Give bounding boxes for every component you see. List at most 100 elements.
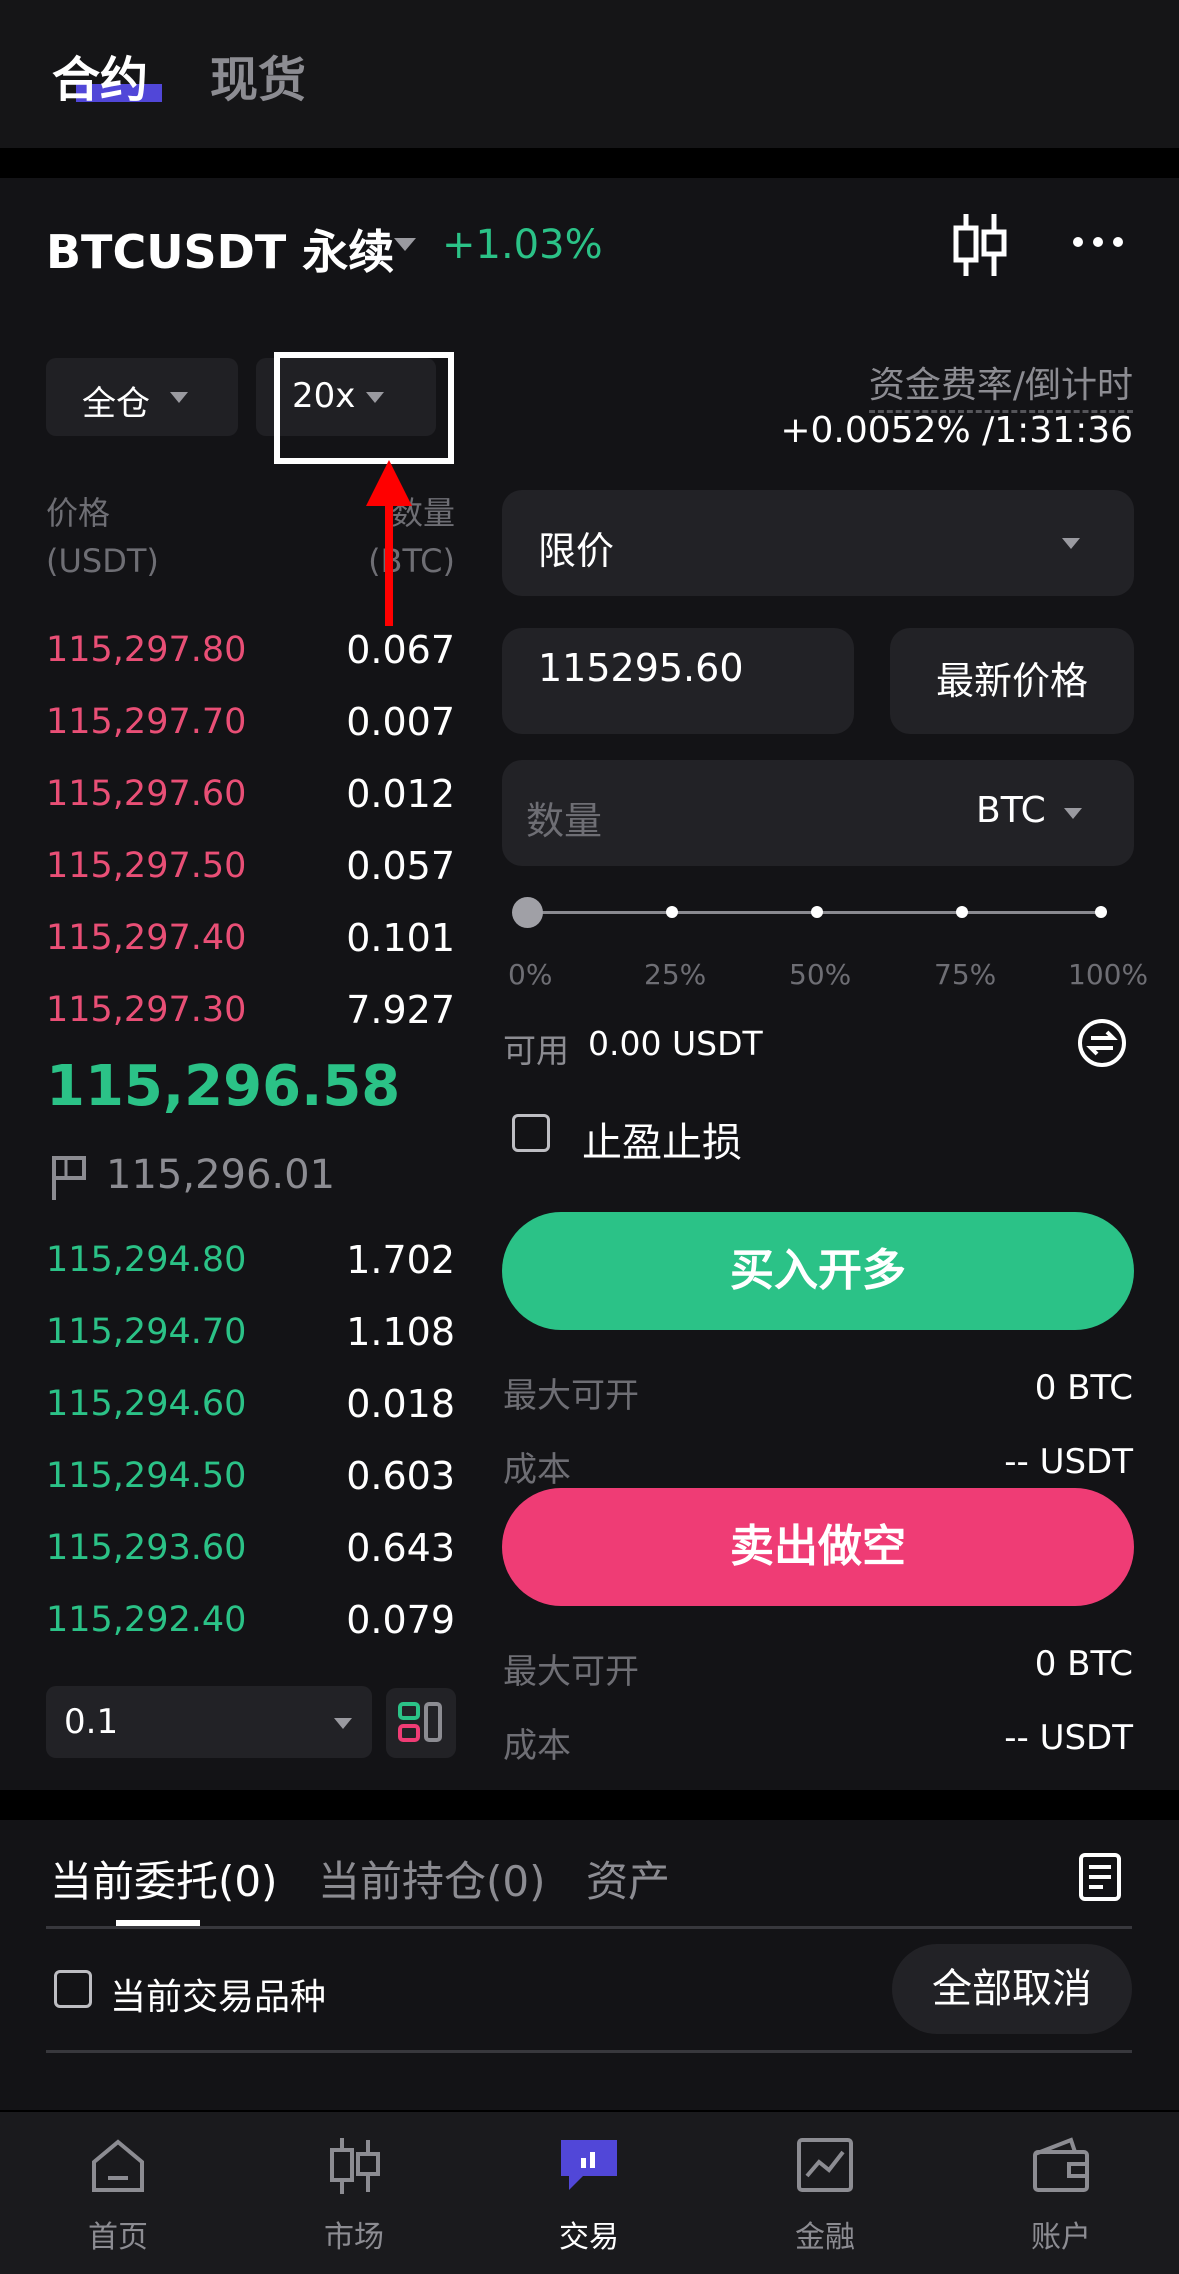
available-label: 可用 — [503, 1031, 569, 1070]
available-value: 0.00 USDT — [588, 1024, 763, 1063]
current-symbol-label: 当前交易品种 — [110, 1977, 327, 2018]
order-type-dropdown-icon — [1062, 538, 1080, 549]
slider-label-25: 25% — [644, 958, 707, 991]
tab-assets[interactable]: 资产 — [586, 1848, 670, 1909]
section-divider — [46, 2050, 1132, 2053]
slider-mark[interactable] — [1095, 906, 1107, 918]
latest-price-label: 最新价格 — [935, 659, 1088, 703]
depth-precision-select[interactable]: 0.1 — [46, 1686, 372, 1758]
active-orders-tab-indicator — [116, 1920, 200, 1926]
slider-label-75: 75% — [934, 958, 997, 991]
sell-cost-label: 成本 — [503, 1726, 571, 1766]
annotation-arrow-shaft — [385, 500, 393, 626]
ask-price[interactable]: 115,297.80 — [46, 630, 246, 670]
price-input-value: 115295.60 — [538, 646, 744, 690]
buy-max-value: 0 BTC — [1034, 1368, 1133, 1408]
ask-qty: 0.007 — [346, 700, 455, 744]
bid-price[interactable]: 115,294.80 — [46, 1240, 246, 1280]
funding-rate-value: +0.0052% /1:31:36 — [780, 410, 1133, 451]
price-input[interactable]: 115295.60 — [502, 628, 854, 734]
bid-price[interactable]: 115,292.40 — [46, 1600, 246, 1640]
bid-price[interactable]: 115,294.70 — [46, 1312, 246, 1352]
slider-label-100: 100% — [1068, 958, 1149, 991]
price-unit: (USDT) — [46, 542, 159, 580]
ask-qty: 0.012 — [346, 772, 455, 816]
mark-price: 115,296.01 — [106, 1152, 336, 1198]
transfer-icon[interactable] — [1077, 1018, 1127, 1068]
flag-icon — [52, 1156, 86, 1200]
order-type-value: 限价 — [538, 529, 615, 573]
sell-max-label: 最大可开 — [503, 1652, 639, 1692]
ask-price[interactable]: 115,297.30 — [46, 990, 246, 1030]
bid-qty: 0.603 — [346, 1454, 455, 1498]
sell-cost-value: -- USDT — [1004, 1718, 1133, 1758]
top-tab-bar — [0, 0, 1179, 148]
sell-short-label: 卖出做空 — [730, 1521, 906, 1572]
tab-futures[interactable]: 合约 — [52, 40, 148, 110]
annotation-highlight-box — [274, 352, 454, 464]
slider-mark[interactable] — [666, 906, 678, 918]
buy-long-label: 买入开多 — [730, 1245, 906, 1296]
ask-qty: 0.057 — [346, 844, 455, 888]
ask-qty: 0.067 — [346, 628, 455, 672]
margin-mode-button[interactable]: 全仓 — [46, 358, 238, 436]
sell-short-button[interactable]: 卖出做空 — [502, 1488, 1134, 1606]
bid-qty: 1.702 — [346, 1238, 455, 1282]
tp-sl-checkbox[interactable] — [512, 1114, 550, 1152]
annotation-arrow-icon — [366, 460, 412, 506]
ask-price[interactable]: 115,297.70 — [46, 702, 246, 742]
bid-qty: 0.079 — [346, 1598, 455, 1642]
buy-cost-label: 成本 — [503, 1450, 571, 1490]
buy-cost-value: -- USDT — [1004, 1442, 1133, 1482]
candlestick-chart-icon[interactable] — [950, 212, 1010, 278]
nav-home-label: 首页 — [88, 2220, 148, 2255]
bid-price[interactable]: 115,294.60 — [46, 1384, 246, 1424]
depth-dropdown-icon — [334, 1718, 352, 1729]
quantity-unit[interactable]: BTC — [976, 790, 1046, 831]
price-change: +1.03% — [442, 222, 603, 268]
trade-icon — [561, 2140, 617, 2190]
margin-mode-dropdown-icon — [170, 392, 188, 403]
latest-price-button[interactable]: 最新价格 — [890, 628, 1134, 734]
last-price[interactable]: 115,296.58 — [46, 1054, 400, 1119]
order-history-icon[interactable] — [1078, 1852, 1122, 1902]
ask-price[interactable]: 115,297.50 — [46, 846, 246, 886]
tab-spot[interactable]: 现货 — [210, 40, 306, 110]
bid-qty: 0.643 — [346, 1526, 455, 1570]
ask-qty: 7.927 — [346, 988, 455, 1032]
bid-price[interactable]: 115,294.50 — [46, 1456, 246, 1496]
quantity-slider-handle[interactable] — [512, 897, 543, 928]
cancel-all-button[interactable]: 全部取消 — [892, 1944, 1132, 2034]
nav-finance-label: 金融 — [795, 2220, 855, 2255]
orderbook-layout-button[interactable] — [386, 1688, 456, 1758]
nav-account-label: 账户 — [1031, 2220, 1091, 2255]
slider-mark[interactable] — [956, 906, 968, 918]
finance-chart-icon — [797, 2138, 853, 2192]
ask-price[interactable]: 115,297.60 — [46, 774, 246, 814]
buy-long-button[interactable]: 买入开多 — [502, 1212, 1134, 1330]
ask-price[interactable]: 115,297.40 — [46, 918, 246, 958]
qty-unit: (BTC) — [368, 542, 455, 580]
tab-divider — [46, 1926, 1132, 1929]
current-symbol-checkbox[interactable] — [54, 1970, 92, 2008]
orderbook-layout-icon — [398, 1702, 442, 1742]
slider-mark[interactable] — [811, 906, 823, 918]
ask-qty: 0.101 — [346, 916, 455, 960]
order-type-select[interactable]: 限价 — [502, 490, 1134, 596]
quantity-placeholder: 数量 — [526, 799, 603, 843]
quantity-unit-dropdown-icon — [1064, 808, 1082, 819]
slider-label-50: 50% — [789, 958, 852, 991]
nav-trade-label: 交易 — [559, 2220, 619, 2255]
more-options-icon[interactable] — [1072, 234, 1124, 250]
bid-price[interactable]: 115,293.60 — [46, 1528, 246, 1568]
tab-open-orders[interactable]: 当前委托(0) — [50, 1848, 278, 1909]
cancel-all-label: 全部取消 — [932, 1966, 1092, 2012]
home-icon — [92, 2139, 144, 2192]
funding-rate-label[interactable]: 资金费率/倒计时 — [868, 356, 1133, 413]
tab-positions[interactable]: 当前持仓(0) — [318, 1848, 546, 1909]
bid-qty: 0.018 — [346, 1382, 455, 1426]
symbol-dropdown-icon[interactable] — [394, 238, 416, 251]
quantity-input[interactable]: 数量 BTC — [502, 760, 1134, 866]
wallet-icon — [1033, 2137, 1089, 2192]
symbol-selector[interactable]: BTCUSDT 永续 — [46, 216, 394, 282]
